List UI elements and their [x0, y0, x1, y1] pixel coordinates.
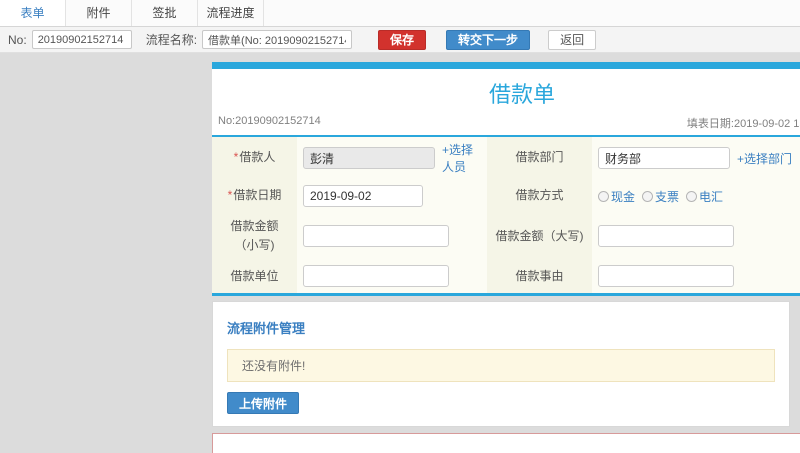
required-mark: * — [233, 150, 239, 165]
no-input[interactable] — [31, 30, 132, 49]
radio-wire-label[interactable]: 电汇 — [699, 188, 723, 205]
borrower-cell: +选择人员 — [297, 137, 487, 179]
upload-attachment-button[interactable]: 上传附件 — [227, 392, 300, 415]
loan-method-label: 借款方式 — [487, 179, 592, 213]
amount-small-cell — [297, 213, 487, 259]
radio-check[interactable] — [642, 190, 654, 202]
tab-form[interactable]: 表单 — [0, 0, 66, 26]
page-body: 借款单 No:20190902152714 填表日期:2019-09-02 15… — [0, 53, 800, 453]
form-meta-row: No:20190902152714 填表日期:2019-09-02 15:27:… — [212, 113, 800, 135]
attachment-heading: 流程附件管理 — [227, 321, 306, 337]
loan-date-label: *借款日期 — [212, 179, 297, 213]
attachment-card: 流程附件管理 还没有附件! 上传附件 — [212, 301, 790, 428]
tab-approval[interactable]: 签批 — [132, 0, 198, 26]
amount-big-label: 借款金额（大写) — [487, 213, 592, 260]
loan-unit-input[interactable] — [303, 265, 449, 288]
approval-card: 流程签批意见 B I abc ✎ ⚑ — [212, 433, 800, 453]
amount-small-label: 借款金额（小写) — [212, 213, 297, 260]
radio-cash[interactable] — [598, 190, 609, 202]
department-cell: +选择部门 — [592, 137, 800, 179]
select-person-link[interactable]: +选择人员 — [442, 141, 481, 175]
select-department-link[interactable]: +选择部门 — [737, 150, 792, 167]
loan-reason-label: 借款事由 — [487, 259, 592, 294]
tab-progress[interactable]: 流程进度 — [198, 0, 264, 26]
loan-unit-cell — [297, 259, 487, 293]
department-label: 借款部门 — [487, 137, 592, 179]
action-toolbar: No: 流程名称: 保存 转交下一步 返回 — [0, 27, 800, 53]
borrower-input[interactable] — [303, 147, 435, 169]
radio-cash-label[interactable]: 现金 — [611, 188, 635, 205]
loan-unit-label: 借款单位 — [212, 259, 297, 294]
no-attachment-alert: 还没有附件! — [227, 349, 775, 383]
borrower-label: *借款人 — [212, 137, 297, 179]
loan-date-input[interactable] — [303, 185, 423, 207]
form-title: 借款单 — [488, 82, 555, 107]
radio-wire[interactable] — [686, 190, 698, 202]
form-no-text: No:20190902152714 — [218, 115, 321, 127]
department-input[interactable] — [598, 147, 730, 169]
loan-form-card: 借款单 No:20190902152714 填表日期:2019-09-02 15… — [212, 62, 800, 297]
back-button[interactable]: 返回 — [548, 29, 597, 50]
forward-next-step-button[interactable]: 转交下一步 — [446, 29, 531, 50]
amount-small-input[interactable] — [303, 225, 449, 248]
form-top-bar — [212, 62, 800, 69]
tab-bar: 表单 附件 签批 流程进度 — [0, 0, 800, 27]
loan-reason-cell — [592, 259, 800, 293]
process-name-label: 流程名称: — [145, 33, 198, 47]
tab-attachments[interactable]: 附件 — [66, 0, 132, 26]
process-name-input[interactable] — [202, 30, 353, 49]
loan-method-cell: 现金 支票 电汇 — [592, 179, 800, 213]
amount-big-input[interactable] — [598, 225, 734, 248]
required-mark: * — [227, 188, 233, 203]
form-grid: *借款人 +选择人员 借款部门 +选择部门 *借款日期 借款方式 现金 支票 电… — [212, 137, 800, 297]
loan-reason-input[interactable] — [598, 265, 734, 288]
radio-check-label[interactable]: 支票 — [655, 188, 679, 205]
loan-date-cell — [297, 179, 487, 213]
amount-big-cell — [592, 213, 800, 259]
form-date-text: 填表日期:2019-09-02 15:27:1 — [686, 118, 800, 130]
no-label: No: — [8, 32, 27, 47]
save-button[interactable]: 保存 — [378, 29, 427, 50]
